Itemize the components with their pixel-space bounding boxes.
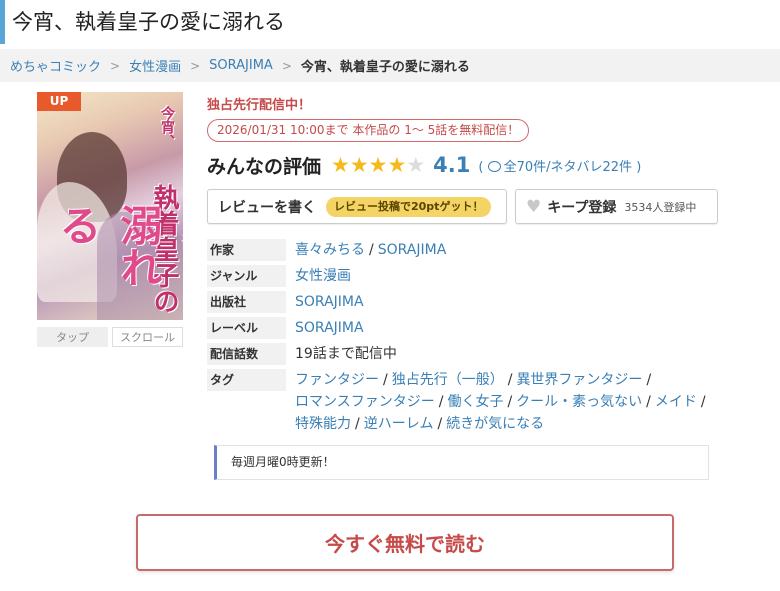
info-row-tags: タグ ファンタジー / 独占先行（一般） / 異世界ファンタジー / ロマンスファンタジー… bbox=[207, 369, 727, 435]
review-bonus-badge: レビュー投稿で20ptゲット！ bbox=[326, 196, 492, 217]
info-key: 出版社 bbox=[207, 291, 286, 313]
breadcrumb-item-current: 今宵、執着皇子の愛に溺れる bbox=[300, 60, 470, 75]
scroll-mode-button[interactable]: スクロール bbox=[112, 327, 183, 347]
write-review-button[interactable]: レビューを書く レビュー投稿で20ptゲット！ bbox=[207, 189, 507, 224]
rating-row: みんなの評価 ★★★★★ 4.1 ( 全70件/ネタバレ22件 ) bbox=[207, 152, 727, 178]
cover-image[interactable]: 今宵、 執着皇子の 愛に溺れる UP bbox=[37, 92, 183, 320]
info-row-label: レーベル SORAJIMA bbox=[207, 317, 727, 342]
tag-link[interactable]: 逆ハーレム bbox=[364, 416, 434, 432]
rating-score: 4.1 bbox=[433, 153, 471, 177]
tag-link[interactable]: 働く女子 bbox=[447, 394, 503, 410]
publisher-link[interactable]: SORAJIMA bbox=[295, 291, 364, 313]
review-counts-text: 全70件/ネタバレ22件 bbox=[503, 159, 633, 175]
speech-bubble-icon bbox=[487, 160, 501, 172]
tag-link[interactable]: 続きが気になる bbox=[446, 416, 544, 432]
exclusive-label: 独占先行配信中！ bbox=[207, 98, 312, 113]
rating-label: みんなの評価 bbox=[207, 155, 322, 178]
breadcrumb: めちゃコミック > 女性漫画 > SORAJIMA > 今宵、執着皇子の愛に溺れ… bbox=[0, 49, 780, 82]
chevron-right-icon: > bbox=[190, 58, 201, 73]
label-link[interactable]: SORAJIMA bbox=[295, 317, 364, 339]
free-campaign-badge: 2026/01/31 10:00まで 本作品の 1～ 5話を無料配信！ bbox=[207, 119, 530, 142]
chevron-right-icon: > bbox=[281, 58, 292, 73]
action-row: レビューを書く レビュー投稿で20ptゲット！ ♥ キープ登録 3534人登録中 bbox=[207, 189, 727, 224]
tag-link[interactable]: ファンタジー bbox=[295, 372, 379, 388]
info-value: 喜々みちる / SORAJIMA bbox=[295, 242, 447, 258]
author-link[interactable]: 喜々みちる bbox=[295, 242, 365, 258]
up-badge: UP bbox=[37, 92, 81, 111]
star-icon: ★ bbox=[387, 153, 407, 177]
info-key: タグ bbox=[207, 369, 286, 391]
keep-button[interactable]: ♥ キープ登録 3534人登録中 bbox=[515, 189, 718, 224]
tag-list: ファンタジー / 独占先行（一般） / 異世界ファンタジー / ロマンスファンタジー / 働く… bbox=[295, 372, 706, 432]
tag-link[interactable]: 特殊能力 bbox=[295, 416, 351, 432]
star-icon: ★ bbox=[349, 153, 369, 177]
info-table: 作家 喜々みちる / SORAJIMA ジャンル 女性漫画 出版社 SORAJIMA… bbox=[207, 239, 727, 435]
info-row-publisher: 出版社 SORAJIMA bbox=[207, 291, 727, 316]
breadcrumb-item-publisher[interactable]: SORAJIMA bbox=[209, 58, 273, 73]
info-key: 配信話数 bbox=[207, 343, 286, 365]
tag-link[interactable]: 独占先行（一般） bbox=[392, 372, 504, 388]
author-link[interactable]: SORAJIMA bbox=[378, 242, 447, 258]
tag-link[interactable]: ロマンスファンタジー bbox=[295, 394, 435, 410]
title-details: 独占先行配信中！ 2026/01/31 10:00まで 本作品の 1～ 5話を無… bbox=[207, 92, 727, 436]
tag-link[interactable]: 異世界ファンタジー bbox=[516, 372, 642, 388]
keep-label: キープ登録 bbox=[547, 199, 617, 216]
tap-mode-button[interactable]: タップ bbox=[37, 327, 108, 347]
episodes-value: 19話まで配信中 bbox=[295, 346, 397, 362]
page-title: 今宵、執着皇子の愛に溺れる bbox=[12, 10, 285, 34]
breadcrumb-item-genre[interactable]: 女性漫画 bbox=[129, 56, 181, 75]
star-empty-icon: ★ bbox=[406, 153, 426, 177]
read-free-button[interactable]: 今すぐ無料で読む bbox=[136, 514, 674, 571]
star-icon: ★ bbox=[368, 153, 388, 177]
info-row-author: 作家 喜々みちる / SORAJIMA bbox=[207, 239, 727, 264]
cover-mode-buttons: タップ スクロール bbox=[37, 327, 183, 347]
tag-link[interactable]: メイド bbox=[655, 394, 697, 410]
review-counts[interactable]: ( 全70件/ネタバレ22件 ) bbox=[478, 156, 641, 175]
keep-count: 3534人登録中 bbox=[624, 200, 697, 214]
info-row-genre: ジャンル 女性漫画 bbox=[207, 265, 727, 290]
star-icon: ★ bbox=[331, 153, 350, 177]
cover-art-title-small: 今宵、 bbox=[159, 106, 175, 148]
update-notice: 毎週月曜0時更新！ bbox=[214, 445, 709, 480]
info-key: ジャンル bbox=[207, 265, 286, 287]
star-rating: ★★★★★ bbox=[331, 153, 425, 177]
write-review-label: レビューを書く bbox=[218, 199, 316, 216]
tag-link[interactable]: クール・素っ気ない bbox=[516, 394, 642, 410]
chevron-right-icon: > bbox=[110, 58, 121, 73]
info-key: 作家 bbox=[207, 239, 286, 261]
heart-icon: ♥ bbox=[526, 196, 542, 217]
info-key: レーベル bbox=[207, 317, 286, 339]
info-row-episodes: 配信話数 19話まで配信中 bbox=[207, 343, 727, 368]
cover-art-title-big: 愛に溺れる bbox=[53, 204, 183, 288]
genre-link[interactable]: 女性漫画 bbox=[295, 265, 351, 287]
page-title-bar: 今宵、執着皇子の愛に溺れる bbox=[0, 0, 780, 44]
breadcrumb-item-home[interactable]: めちゃコミック bbox=[10, 56, 101, 75]
